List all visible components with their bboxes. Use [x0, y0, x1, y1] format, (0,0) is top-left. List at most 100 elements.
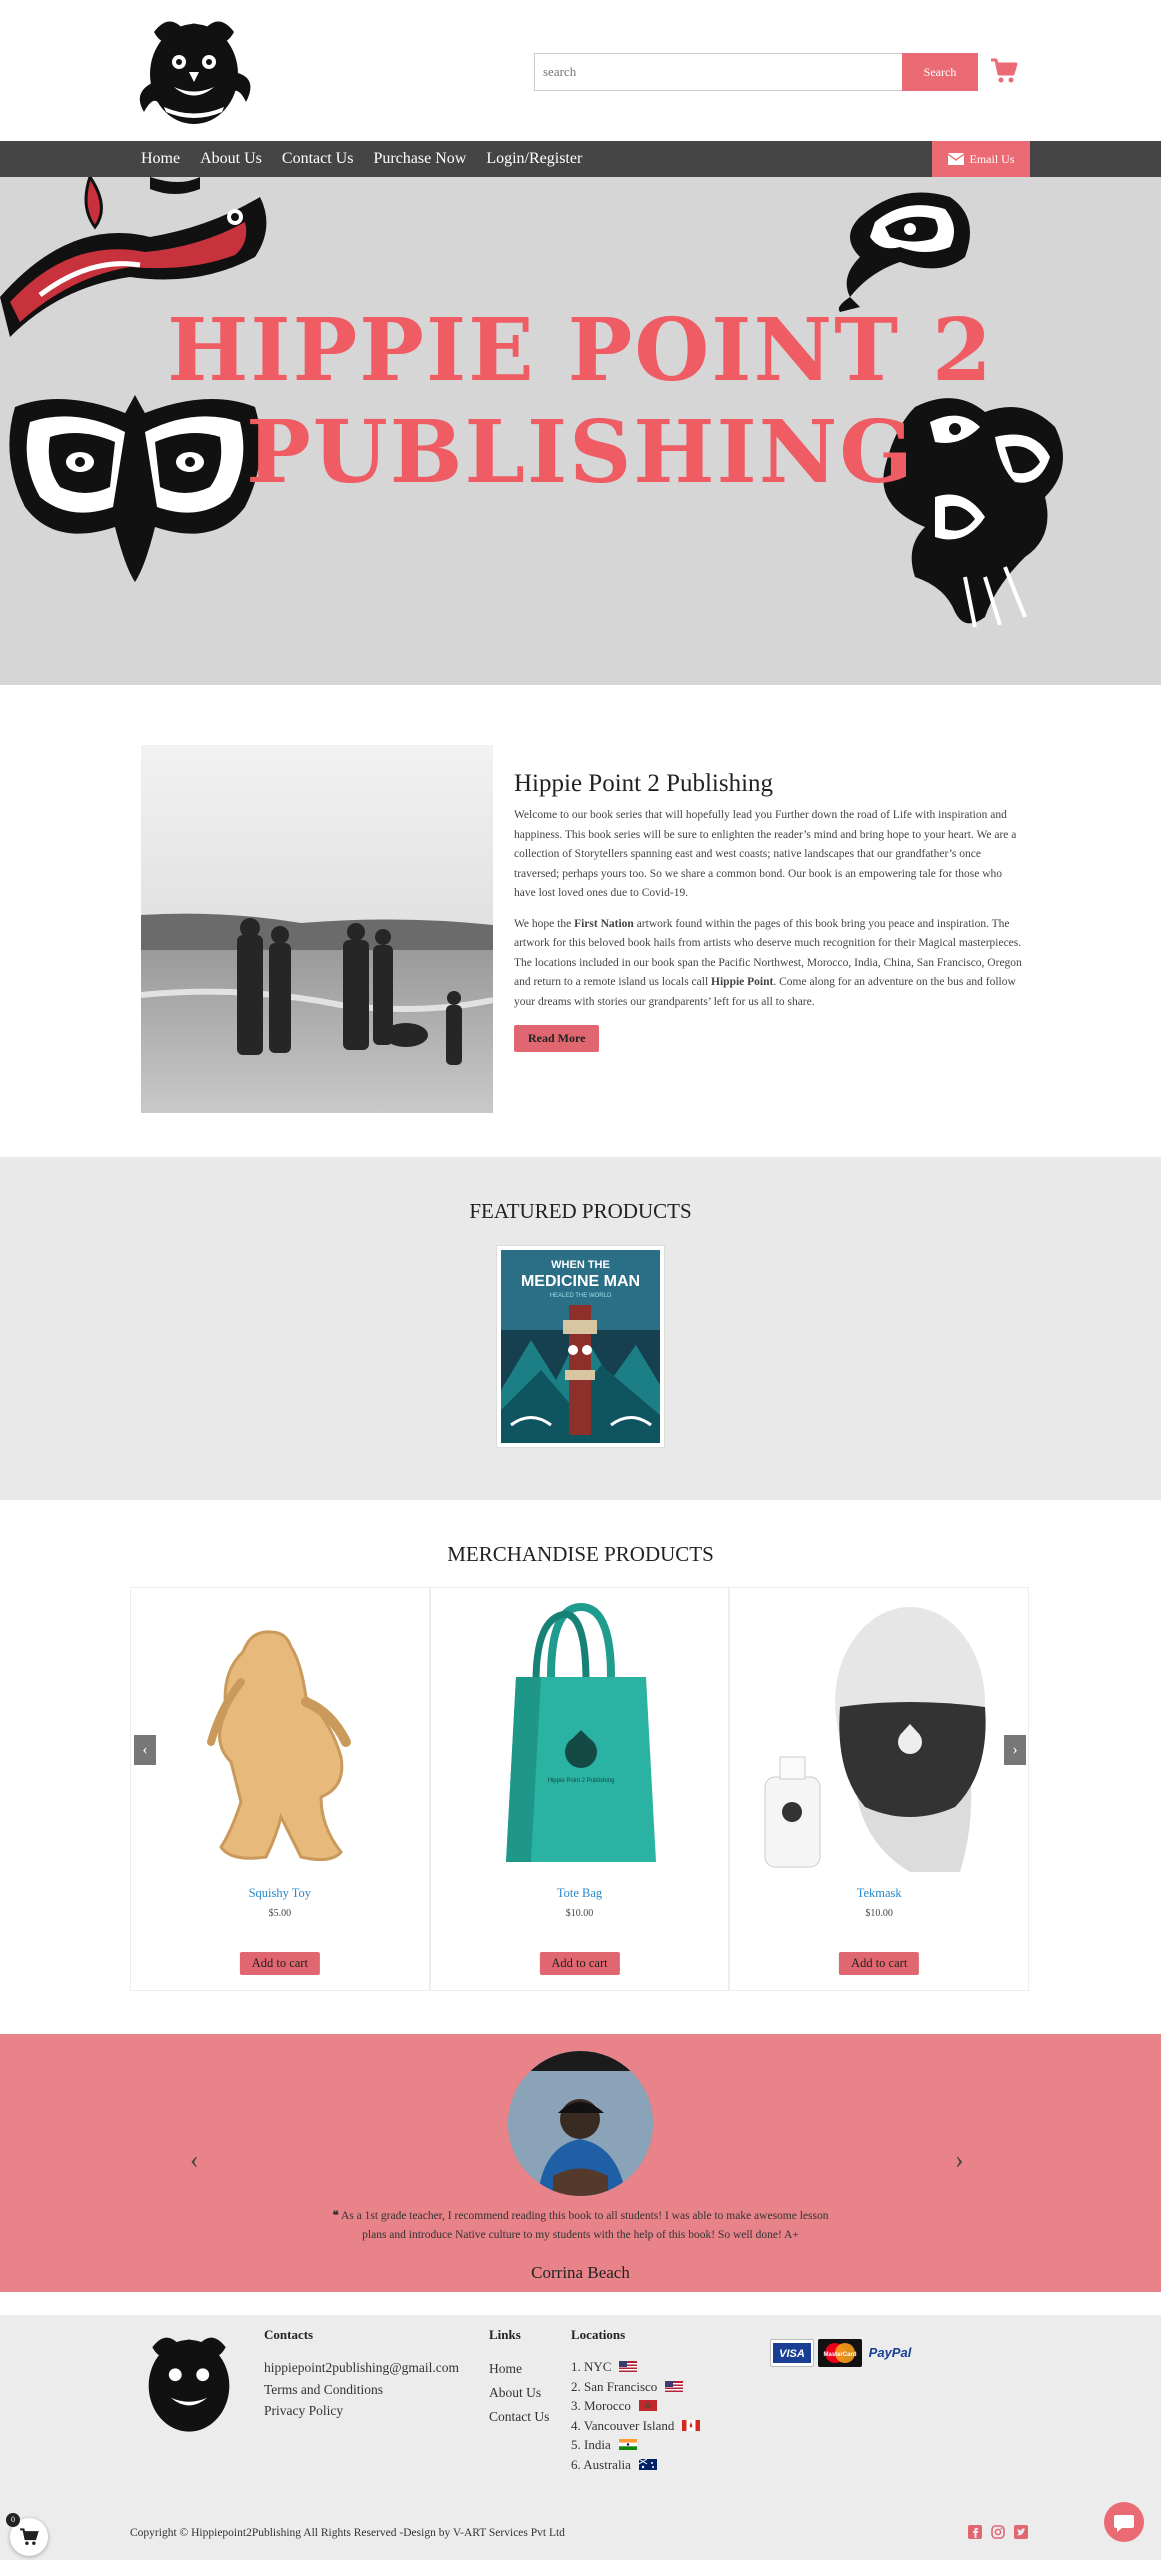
nav-contact-us[interactable]: Contact Us	[272, 141, 364, 177]
product-name[interactable]: Squishy Toy	[131, 1886, 429, 1901]
hero-title-line-2: PUBLISHING	[246, 402, 915, 503]
hero-title: HIPPIE POINT 2 PUBLISHING	[0, 300, 1161, 504]
location-item: 6. Australia	[571, 2455, 700, 2475]
tekmask-image	[764, 1607, 986, 1872]
product-name[interactable]: Tote Bag	[431, 1886, 729, 1901]
search-bar: Search	[534, 53, 978, 91]
location-label: 2. San Francisco	[571, 2378, 658, 2394]
site-logo[interactable]	[134, 12, 254, 130]
shopping-cart-icon[interactable]	[990, 58, 1018, 84]
main-navbar: Home About Us Contact Us Purchase Now Lo…	[0, 141, 1161, 177]
location-label: 3. Morocco	[571, 2398, 631, 2413]
about-p2-bold-first-nation: First Nation	[574, 917, 634, 930]
canada-flag-icon	[682, 2419, 701, 2431]
testimonial-section: ‹ › ❝ As a 1st grade teacher, I recommen…	[0, 2034, 1161, 2292]
product-card-tekmask[interactable]: Tekmask $10.00 Add to cart	[729, 1587, 1030, 1991]
us-flag-icon	[665, 2380, 684, 2392]
australia-flag-icon	[638, 2458, 657, 2470]
footer-link-home[interactable]: Home	[489, 2357, 549, 2381]
quote-icon: ❝	[332, 2210, 339, 2222]
payment-methods: VISA MasterCard PayPal	[770, 2339, 914, 2367]
read-more-button[interactable]: Read More	[514, 1025, 600, 1052]
featured-product-card[interactable]: WHEN THE MEDICINE MAN HEALED THE WORLD	[496, 1245, 665, 1448]
site-footer: Contacts hippiepoint2publishing@gmail.co…	[0, 2315, 1161, 2560]
testimonial-next-icon[interactable]: ›	[955, 2145, 964, 2175]
paypal-label: PayPal	[869, 2345, 912, 2360]
book-cover-image: WHEN THE MEDICINE MAN HEALED THE WORLD	[501, 1250, 660, 1443]
twitter-icon[interactable]	[1014, 2525, 1028, 2539]
visa-card-icon: VISA	[770, 2339, 814, 2367]
footer-terms-link[interactable]: Terms and Conditions	[264, 2379, 459, 2401]
product-price: $10.00	[565, 1908, 594, 1919]
merchandise-title: MERCHANDISE PRODUCTS	[447, 1542, 714, 1566]
search-button[interactable]: Search	[902, 53, 978, 91]
paypal-icon: PayPal	[869, 2345, 912, 2360]
visa-label: VISA	[779, 2348, 805, 2360]
location-label: 1. NYC	[571, 2359, 612, 2374]
morocco-flag-icon	[638, 2400, 657, 2412]
product-price: $5.00	[268, 1908, 292, 1919]
email-us-button[interactable]: Email Us	[932, 141, 1030, 177]
mastercard-label: MasterCard	[823, 2352, 856, 2358]
footer-link-about-us[interactable]: About Us	[489, 2381, 549, 2405]
location-label: 4. Vancouver Island	[571, 2417, 675, 2433]
location-label: 6. Australia	[571, 2456, 631, 2472]
footer-privacy-link[interactable]: Privacy Policy	[264, 2400, 459, 2422]
envelope-icon	[947, 153, 964, 165]
featured-title: FEATURED PRODUCTS	[469, 1199, 692, 1223]
footer-email-link[interactable]: hippiepoint2publishing@gmail.com	[264, 2357, 459, 2379]
location-item: 2. San Francisco	[571, 2377, 700, 2397]
about-paragraph-2: We hope the First Nation artwork found w…	[514, 915, 1024, 1013]
location-item: 5. India	[571, 2435, 700, 2455]
hero-title-line-1: HIPPIE POINT 2	[167, 300, 994, 401]
footer-link-contact-us[interactable]: Contact Us	[489, 2405, 549, 2429]
product-name[interactable]: Tekmask	[730, 1886, 1028, 1901]
cart-icon	[20, 2528, 39, 2545]
nav-purchase-now[interactable]: Purchase Now	[363, 141, 476, 177]
location-label: 5. India	[571, 2437, 611, 2452]
india-flag-icon	[618, 2439, 637, 2451]
instagram-icon[interactable]	[991, 2525, 1005, 2539]
footer-contacts-heading: Contacts	[264, 2327, 314, 2342]
testimonial-avatar	[508, 2051, 653, 2196]
cart-count-badge: 0	[6, 2513, 20, 2527]
location-item: 4. Vancouver Island	[571, 2416, 701, 2436]
add-to-cart-button[interactable]: Add to cart	[839, 1952, 920, 1975]
testimonial-quote: ❝ As a 1st grade teacher, I recommend re…	[325, 2207, 836, 2245]
us-flag-icon	[619, 2361, 638, 2373]
product-card-squishy-toy[interactable]: Squishy Toy $5.00 Add to cart	[130, 1587, 430, 1991]
merchandise-section: MERCHANDISE PRODUCTS Squishy Toy $5.00 A…	[0, 1500, 1161, 2034]
about-photo	[141, 745, 493, 1113]
location-item: 1. NYC	[571, 2357, 700, 2377]
featured-products-section: FEATURED PRODUCTS WHEN THE MEDICINE MAN …	[0, 1157, 1161, 1500]
about-section: Hippie Point 2 Publishing Welcome to our…	[514, 770, 1024, 1052]
frog-art-icon	[838, 192, 970, 312]
about-p2-bold-hippie-point: Hippie Point	[711, 976, 774, 988]
footer-locations: Locations 1. NYC 2. San Francisco 3. Mor…	[571, 2327, 701, 2475]
nav-login-register[interactable]: Login/Register	[476, 141, 592, 177]
book-title-line-1: WHEN THE	[551, 1259, 610, 1271]
copyright-text: Copyright © Hippiepoint2Publishing All R…	[130, 2527, 565, 2539]
nav-menu: Home About Us Contact Us Purchase Now Lo…	[131, 141, 592, 177]
about-p2-text-a: We hope the	[514, 917, 575, 930]
about-title: Hippie Point 2 Publishing	[514, 770, 774, 797]
social-links	[968, 2525, 1028, 2539]
footer-contacts: Contacts hippiepoint2publishing@gmail.co…	[264, 2327, 459, 2422]
nav-home[interactable]: Home	[131, 141, 190, 177]
carousel-next-button[interactable]: ›	[1004, 1735, 1026, 1765]
about-paragraph-1: Welcome to our book series that will hop…	[514, 809, 1017, 899]
carousel-prev-button[interactable]: ‹	[134, 1735, 156, 1765]
tote-bag-print-label: Hippie Point 2 Publishing	[547, 1778, 614, 1784]
search-input[interactable]	[534, 53, 902, 91]
add-to-cart-button[interactable]: Add to cart	[239, 1952, 320, 1975]
chat-bubble-icon	[1114, 2515, 1134, 2532]
product-card-tote-bag[interactable]: Hippie Point 2 Publishing Tote Bag $10.0…	[429, 1587, 730, 1991]
nav-about-us[interactable]: About Us	[190, 141, 272, 177]
chat-widget-button[interactable]	[1104, 2502, 1144, 2542]
testimonial-prev-icon[interactable]: ‹	[190, 2145, 199, 2175]
add-to-cart-button[interactable]: Add to cart	[539, 1952, 620, 1975]
footer-logo[interactable]	[134, 2328, 244, 2438]
facebook-icon[interactable]	[968, 2525, 982, 2539]
footer-links-heading: Links	[489, 2327, 521, 2342]
testimonial-quote-text: As a 1st grade teacher, I recommend read…	[340, 2210, 829, 2241]
